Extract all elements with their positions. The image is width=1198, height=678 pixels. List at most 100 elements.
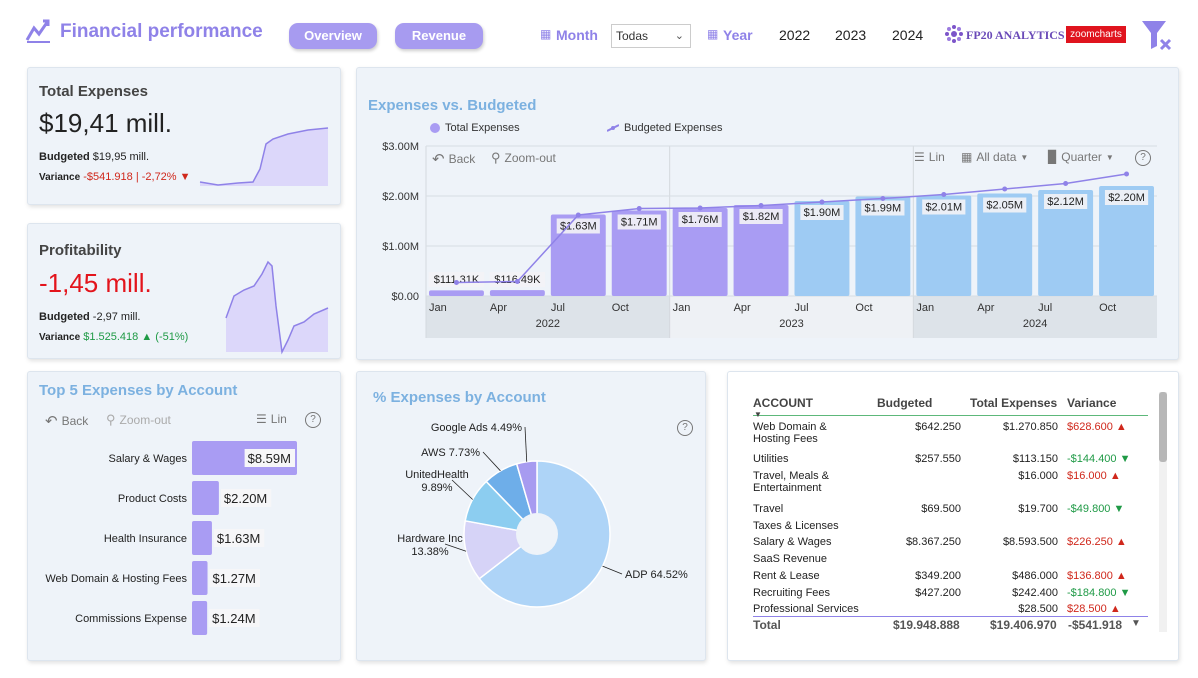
- kpi-profit-card: Profitability -1,45 mill. Budgeted -2,97…: [27, 223, 341, 359]
- budgeted-cell: $642.250: [915, 421, 961, 433]
- pie-chart[interactable]: ADP 64.52% Hardware Inc13.38% UnitedHealth…: [357, 372, 707, 662]
- account-cell: SaaS Revenue: [753, 553, 827, 565]
- pie-leader-line: [602, 565, 623, 575]
- budget-point: [819, 199, 825, 205]
- total-cell: $19.700: [1018, 503, 1058, 515]
- table-row[interactable]: Rent & Lease $349.200 $486.000 $136.800 ▲: [753, 570, 1153, 587]
- table-row[interactable]: Taxes & Licenses: [753, 520, 1153, 537]
- account-cell: Travel, Meals & Entertainment: [753, 470, 830, 494]
- top5-value-label: $2.20M: [224, 491, 267, 506]
- budgeted-cell: $69.500: [921, 503, 961, 515]
- table-row[interactable]: Utilities $257.550 $113.150 -$144.400 ▼: [753, 453, 1153, 470]
- budget-point: [1063, 181, 1069, 186]
- top5-value-label: $8.59M: [248, 451, 291, 466]
- year-band: [426, 296, 670, 338]
- kpi-expenses-title: Total Expenses: [39, 83, 148, 100]
- table-row[interactable]: Travel, Meals & Entertainment $16.000 $16.…: [753, 470, 1153, 502]
- account-cell: Travel: [753, 503, 784, 515]
- budget-point: [1002, 186, 1008, 192]
- total-cell: $242.400: [1012, 587, 1058, 599]
- top5-category-label: Commissions Expense: [75, 613, 187, 625]
- year-band: [913, 296, 1157, 338]
- budgeted-cell: $257.550: [915, 453, 961, 465]
- total-cell: $16.000: [1018, 470, 1058, 482]
- year-2023-button[interactable]: 2023: [835, 27, 866, 43]
- year-label: Year: [723, 27, 753, 43]
- data-label: $2.20M: [1108, 192, 1145, 204]
- data-label: $2.12M: [1047, 196, 1084, 208]
- col-header-account[interactable]: ACCOUNT: [753, 396, 813, 410]
- year-band: [669, 296, 914, 338]
- variance-cell: -$49.800 ▼: [1067, 503, 1125, 515]
- year-2024-button[interactable]: 2024: [892, 27, 923, 43]
- variance-cell: -$144.400 ▼: [1067, 453, 1131, 465]
- table-row[interactable]: Web Domain & Hosting Fees $642.250 $1.270.…: [753, 421, 1153, 453]
- top5-bar: [192, 601, 208, 635]
- total-cell: $28.500: [1018, 603, 1058, 615]
- budget-point: [941, 192, 947, 197]
- page-title: Financial performance: [60, 21, 263, 42]
- table-row[interactable]: Recruiting Fees $427.200 $242.400 -$184.800…: [753, 587, 1153, 604]
- zoomcharts-logo: zoomcharts: [1066, 26, 1126, 43]
- kpi-expenses-value: $19,41 mill.: [39, 108, 172, 138]
- expenses-vs-budget-chart[interactable]: 202220232024$0.00$1.00M$2.00M$3.00M$111.…: [357, 68, 1180, 361]
- table-header: ACCOUNT ▼ Budgeted Total Expenses Varian…: [753, 396, 1148, 419]
- pie-label: ADP 64.52%: [625, 569, 688, 581]
- data-label: $1.76M: [682, 214, 719, 226]
- data-label: $1.63M: [560, 221, 597, 233]
- month-select-value: Todas: [616, 29, 649, 43]
- x-tick-label: Apr: [977, 302, 994, 314]
- scrollbar-thumb[interactable]: [1159, 392, 1167, 462]
- year-2022-button[interactable]: 2022: [779, 27, 810, 43]
- kpi-profit-sparkline: [225, 260, 329, 355]
- table-row[interactable]: Professional Services $28.500 $28.500 ▲: [753, 603, 1153, 617]
- kpi-profit-budget-value: -2,97 mill.: [92, 311, 141, 323]
- account-cell: Rent & Lease: [753, 570, 820, 582]
- top5-chart[interactable]: Salary & Wages $8.59M Product Costs $2.20M H…: [28, 372, 342, 662]
- pie-label: Google Ads 4.49%: [431, 422, 522, 434]
- pie-leader-line: [482, 451, 501, 472]
- fp20-brand: FP20 ANALYTICS: [966, 28, 1065, 42]
- sort-desc-icon: ▼: [754, 410, 762, 419]
- month-select[interactable]: Todas ⌄: [611, 24, 691, 48]
- donut-hole: [516, 513, 558, 555]
- kpi-profit-variance-value: $1.525.418: [83, 331, 139, 343]
- variance-cell: $136.800 ▲: [1067, 570, 1127, 582]
- pie-label: 9.89%: [421, 482, 452, 494]
- data-label: $1.90M: [804, 207, 841, 219]
- app-logo-icon: [25, 19, 50, 43]
- kpi-expenses-budget-label: Budgeted: [39, 151, 90, 163]
- tab-revenue[interactable]: Revenue: [395, 23, 483, 49]
- budget-point: [880, 196, 886, 201]
- table-scrollbar[interactable]: [1159, 392, 1167, 632]
- pie-leader-line: [524, 426, 528, 462]
- table-body[interactable]: Web Domain & Hosting Fees $642.250 $1.270.…: [753, 421, 1153, 617]
- down-triangle-icon: ▼: [179, 171, 191, 183]
- col-header-total[interactable]: Total Expenses: [970, 396, 1057, 410]
- top5-value-label: $1.63M: [217, 531, 260, 546]
- clear-filter-icon[interactable]: [1140, 18, 1174, 52]
- total-cell: $1.270.850: [1002, 421, 1058, 433]
- budgeted-cell: $349.200: [915, 570, 961, 582]
- account-cell: Utilities: [753, 453, 789, 465]
- x-tick-label: Jul: [795, 302, 809, 314]
- pie-card: % Expenses by Account ? ADP 64.52% Hardwa…: [356, 371, 706, 661]
- table-row[interactable]: SaaS Revenue: [753, 553, 1153, 570]
- account-cell: Recruiting Fees: [753, 587, 831, 599]
- table-row[interactable]: Travel $69.500 $19.700 -$49.800 ▼: [753, 503, 1153, 520]
- col-header-variance[interactable]: Variance: [1067, 396, 1116, 410]
- top5-bar: [192, 521, 212, 555]
- col-header-budgeted[interactable]: Budgeted: [877, 396, 932, 410]
- x-tick-label: Jan: [429, 302, 447, 314]
- budget-point: [697, 205, 703, 211]
- kpi-profit-value: -1,45 mill.: [39, 268, 152, 298]
- variance-cell: $226.250 ▲: [1067, 536, 1127, 548]
- total-variance: -$541.918: [1068, 618, 1123, 632]
- kpi-expenses-card: Total Expenses $19,41 mill. Budgeted $19…: [27, 67, 341, 205]
- x-tick-label: Jul: [551, 302, 565, 314]
- data-label: $2.05M: [986, 200, 1023, 212]
- variance-cell: $16.000 ▲: [1067, 470, 1121, 482]
- table-row[interactable]: Salary & Wages $8.367.250 $8.593.500 $226.2…: [753, 536, 1153, 553]
- tab-overview[interactable]: Overview: [289, 23, 377, 49]
- fp20-logo-icon: [945, 25, 963, 43]
